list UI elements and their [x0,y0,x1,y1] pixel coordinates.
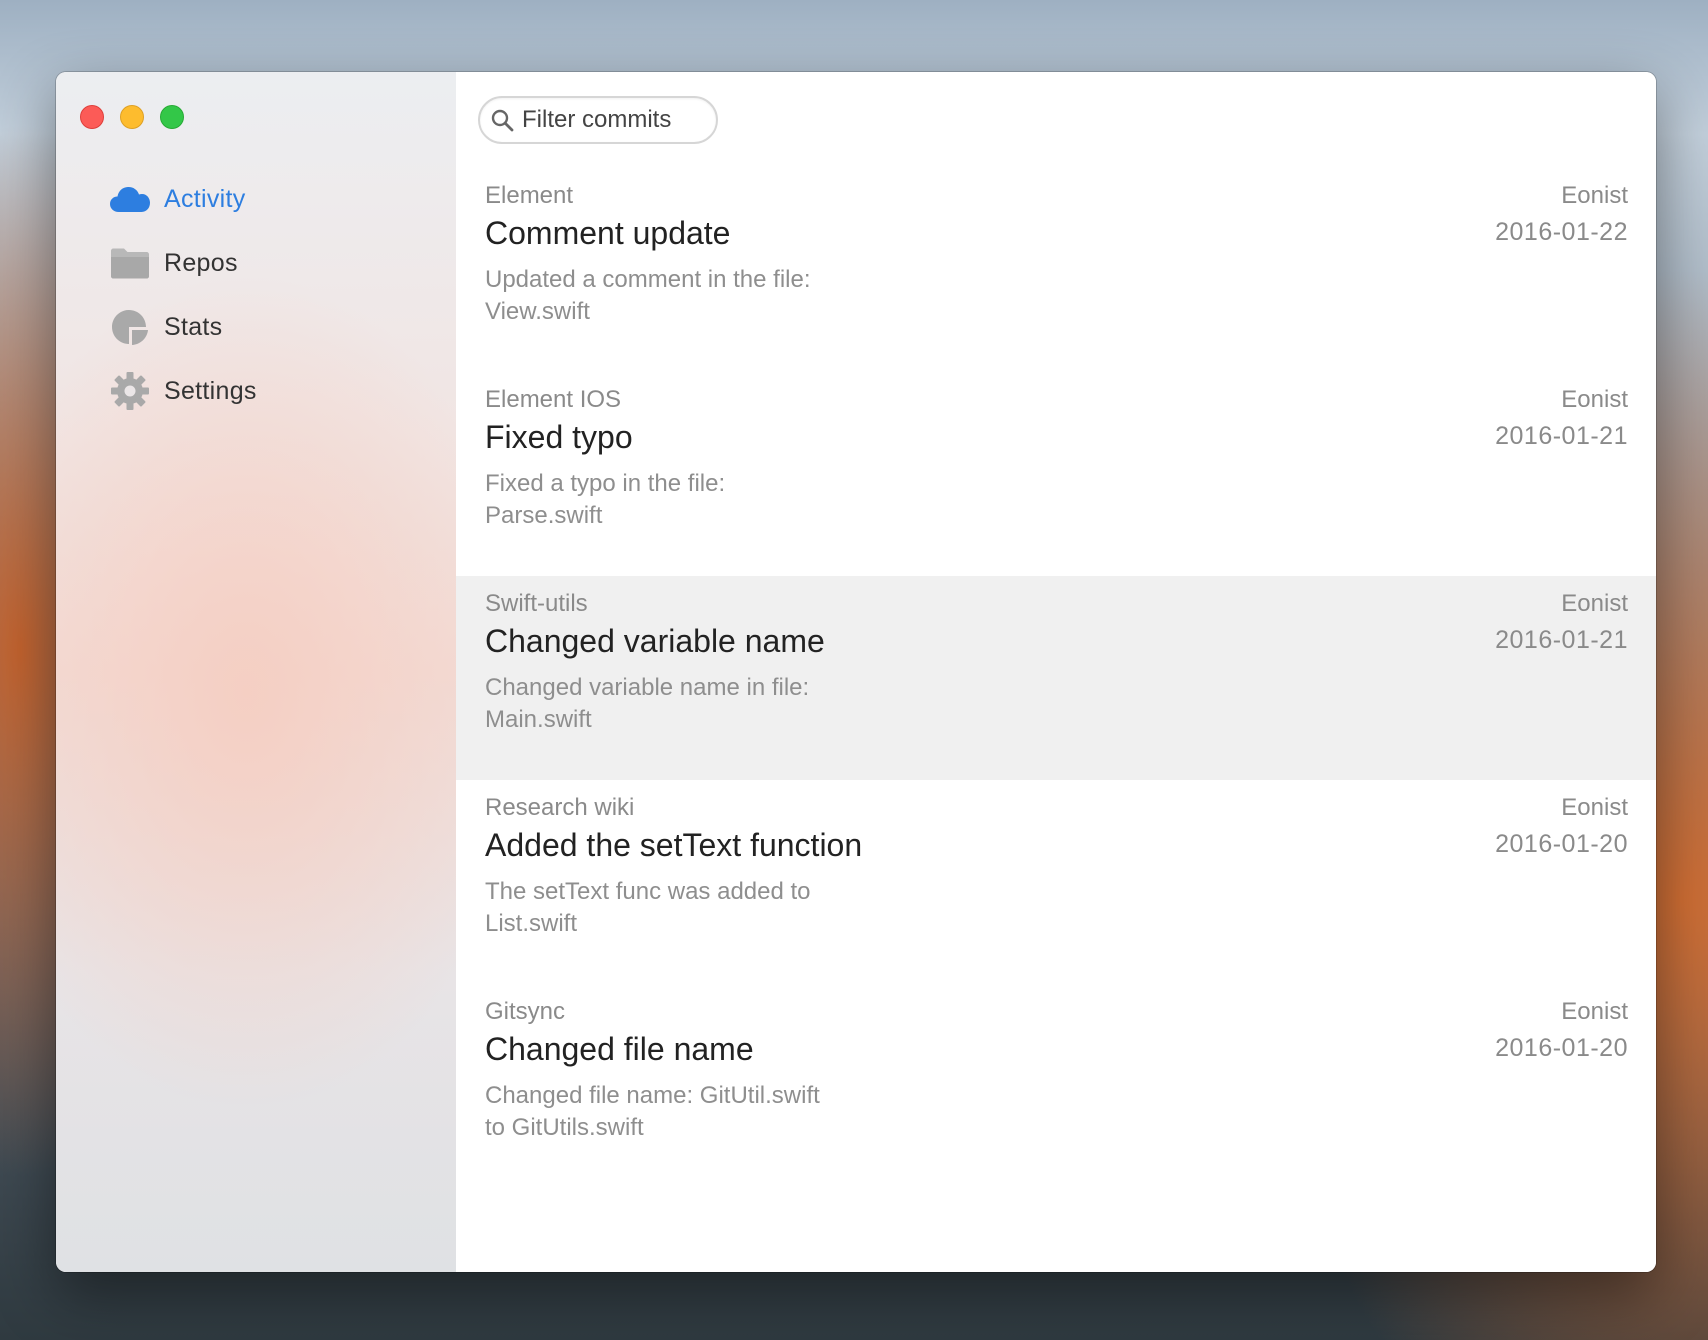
sidebar: Activity Repos Stats Settings [56,72,456,1272]
commit-row[interactable]: Element IOS Fixed typo Fixed a typo in t… [456,372,1656,576]
commit-author: Eonist [1561,590,1628,617]
sidebar-item-activity[interactable]: Activity [110,167,257,231]
commit-author: Eonist [1561,794,1628,821]
commit-list: Element Comment update Updated a comment… [456,168,1656,1188]
commit-repo: Gitsync [485,998,566,1025]
app-window: Activity Repos Stats Settings Filter com… [56,72,1656,1272]
commit-author: Eonist [1561,998,1628,1025]
commit-row-selected[interactable]: Swift-utils Changed variable name Change… [456,576,1656,780]
commit-row[interactable]: Element Comment update Updated a comment… [456,168,1656,372]
commit-title: Changed variable name [485,623,825,659]
commit-description: Changed variable name in file: Main.swif… [485,674,810,733]
main-content: Element Comment update Updated a comment… [456,72,1656,1272]
cloud-icon [110,179,150,219]
commit-repo: Element IOS [485,386,622,413]
commit-description: Changed file name: GitUtil.swift to GitU… [485,1082,820,1141]
window-controls [80,105,184,129]
sidebar-item-stats[interactable]: Stats [110,295,257,359]
commit-date: 2016-01-20 [1495,830,1628,858]
commit-date: 2016-01-20 [1495,1034,1628,1062]
commit-title: Fixed typo [485,419,633,455]
commit-date: 2016-01-21 [1495,422,1628,450]
close-button[interactable] [80,105,104,129]
commit-title: Changed file name [485,1031,754,1067]
sidebar-item-repos[interactable]: Repos [110,231,257,295]
folder-icon [110,243,150,283]
sidebar-item-label: Repos [164,248,238,277]
commit-author: Eonist [1561,182,1628,209]
sidebar-item-settings[interactable]: Settings [110,359,257,423]
zoom-button[interactable] [160,105,184,129]
gear-icon [110,371,150,411]
commit-title: Comment update [485,215,731,251]
search-field[interactable] [478,96,718,144]
commit-description: The setText func was added to List.swift [485,878,811,937]
commit-row[interactable]: Gitsync Changed file name Changed file n… [456,984,1656,1188]
sidebar-item-label: Settings [164,376,257,405]
pie-chart-icon [110,307,150,347]
commit-date: 2016-01-22 [1495,218,1628,246]
search-input[interactable] [522,106,702,134]
search-icon [490,107,516,133]
commit-repo: Swift-utils [485,590,588,617]
minimize-button[interactable] [120,105,144,129]
commit-row[interactable]: Research wiki Added the setText function… [456,780,1656,984]
commit-date: 2016-01-21 [1495,626,1628,654]
commit-author: Eonist [1561,386,1628,413]
commit-repo: Element [485,182,574,209]
sidebar-nav: Activity Repos Stats Settings [110,167,257,423]
sidebar-item-label: Activity [164,184,246,213]
commit-description: Updated a comment in the file: View.swif… [485,266,811,325]
commit-repo: Research wiki [485,794,635,821]
commit-title: Added the setText function [485,827,863,863]
sidebar-item-label: Stats [164,312,223,341]
commit-description: Fixed a typo in the file: Parse.swift [485,470,726,529]
